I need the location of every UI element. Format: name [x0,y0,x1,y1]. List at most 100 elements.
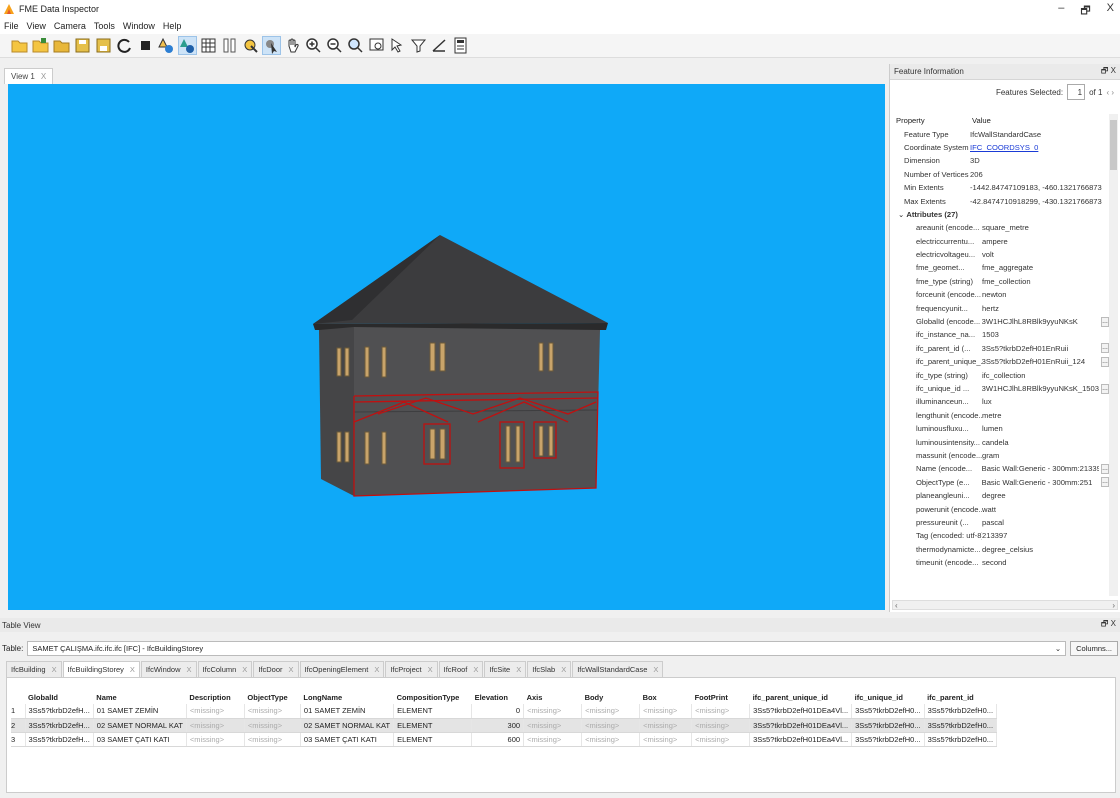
tab-ifcslab[interactable]: IfcSlab X [527,661,572,677]
table-cell[interactable]: 3Ss5?tkrbD2efH01DEa4Vl... [749,718,853,733]
property-row[interactable]: fme_geomet... fme_aggregate [894,261,1109,274]
expand-value-button[interactable]: … [1101,316,1109,327]
menu-help[interactable]: Help [163,21,182,31]
table-cell[interactable]: 3Ss5?tkrbD2efH0... [851,704,925,719]
table-cell[interactable]: 3Ss5?tkrbD2efH0... [851,732,925,747]
table-cell[interactable]: <missing> [244,704,301,719]
tab-ifcdoor[interactable]: IfcDoor X [253,661,299,677]
close-icon[interactable]: X [187,665,192,674]
table-cell[interactable]: 3Ss5?tkrbD2efH0... [924,732,998,747]
menu-view[interactable]: View [27,21,46,31]
property-row[interactable]: planeangleuni... degree [894,489,1109,502]
table-cell[interactable]: <missing> [581,732,641,747]
property-row[interactable]: ifc_parent_id (... 3Ss5?tkrbD2efH01EnRuii… [894,342,1109,355]
column-header[interactable]: ObjectType [244,690,300,704]
property-row[interactable]: Name (encode... Basic Wall:Generic - 300m… [894,462,1109,475]
expand-value-button[interactable]: … [1101,477,1109,488]
column-header[interactable]: Elevation [472,690,524,704]
table-cell[interactable]: <missing> [581,704,641,719]
property-row[interactable]: Max Extents -42.8474710918299, -430.13217… [894,194,1109,207]
tab-ifcbuilding[interactable]: IfcBuilding X [6,661,62,677]
close-icon[interactable]: X [516,665,521,674]
columns-button[interactable]: Columns... [1070,640,1118,656]
menu-file[interactable]: File [4,21,19,31]
expand-value-button[interactable]: … [1101,383,1109,394]
column-header[interactable]: Name [93,690,186,704]
close-icon[interactable]: X [374,665,379,674]
feature-info-vertical-scrollbar[interactable] [1109,114,1118,596]
feature-nav-arrows[interactable]: ‹ › [1106,88,1114,97]
pan-button[interactable] [283,36,302,55]
table-cell[interactable]: 3Ss5?tkrbD2efH01DEa4Vl... [749,732,853,747]
property-row[interactable]: ifc_unique_id ... 3W1HCJlhL8RBlk9yyuNKsK_… [894,382,1109,395]
close-icon[interactable]: X [653,665,658,674]
table-cell[interactable]: 3Ss5?tkrbD2efH0... [924,704,998,719]
tab-ifcwindow[interactable]: IfcWindow X [140,661,197,677]
table-cell[interactable]: 3Ss5?tkrbD2efH... [25,718,94,733]
property-row[interactable]: ifc_type (string) ifc_collection [894,368,1109,381]
expand-value-button[interactable]: … [1101,356,1109,367]
property-row[interactable]: Dimension 3D [894,154,1109,167]
filter-button[interactable] [409,36,428,55]
save-button[interactable] [73,36,92,55]
table-cell[interactable]: <missing> [244,718,301,733]
close-icon[interactable]: X [41,72,46,81]
property-row[interactable]: ObjectType (e... Basic Wall:Generic - 300… [894,476,1109,489]
property-row[interactable]: illuminanceun... lux [894,395,1109,408]
tab-ifcopeningelement[interactable]: IfcOpeningElement X [299,661,385,677]
calculator-button[interactable] [451,36,470,55]
measure-button[interactable] [430,36,449,55]
property-row[interactable]: pressureunit (... pascal [894,516,1109,529]
table-cell[interactable]: <missing> [244,732,301,747]
coordinate-system-link[interactable]: IFC_COORDSYS_0 [970,143,1038,152]
scroll-right-icon[interactable]: › [1112,601,1115,610]
table-cell[interactable]: ELEMENT [393,704,473,719]
table-select[interactable]: SAMET ÇALIŞMA.ifc.ifc.ifc [IFC] - IfcBui… [27,640,1067,656]
table-cell[interactable]: <missing> [639,718,693,733]
close-icon[interactable]: X [130,665,135,674]
column-header[interactable]: Axis [524,690,582,704]
tab-ifcproject[interactable]: IfcProject X [385,661,438,677]
table-cell[interactable]: 3Ss5?tkrbD2efH01DEa4Vl... [749,704,853,719]
open-folder-button[interactable] [52,36,71,55]
display-control-button[interactable] [157,36,176,55]
property-row[interactable]: powerunit (encode... watt [894,502,1109,515]
table-cell[interactable]: <missing> [523,704,583,719]
zoom-selected-button[interactable] [367,36,386,55]
table-cell[interactable]: 600 [471,732,525,747]
table-cell[interactable]: <missing> [186,718,245,733]
table-cell[interactable]: <missing> [581,718,641,733]
property-row[interactable]: ifc_instance_na... 1503 [894,328,1109,341]
table-cell[interactable]: 01 SAMET ZEMİN [300,704,395,719]
table-cell[interactable]: 02 SAMET NORMAL KAT [300,718,395,733]
property-row[interactable]: Min Extents -1442.84747109183, -460.13217… [894,181,1109,194]
close-icon[interactable]: X [242,665,247,674]
table-view-button[interactable] [199,36,218,55]
row-number[interactable]: 3 [11,732,26,747]
tab-ifccolumn[interactable]: IfcColumn X [197,661,253,677]
zoom-in-button[interactable] [304,36,323,55]
tab-ifcroof[interactable]: IfcRoof X [438,661,484,677]
close-icon[interactable]: X [428,665,433,674]
3d-viewport[interactable] [8,84,885,610]
property-row[interactable]: forceunit (encode... newton [894,288,1109,301]
tab-ifcwallstandardcase[interactable]: IfcWallStandardCase X [572,661,664,677]
property-row[interactable]: thermodynamicte... degree_celsius [894,543,1109,556]
zoom-out-button[interactable] [325,36,344,55]
table-cell[interactable]: 3Ss5?tkrbD2efH... [25,732,94,747]
property-row[interactable]: electriccurrentu... ampere [894,235,1109,248]
table-cell[interactable]: 3Ss5?tkrbD2efH0... [851,718,925,733]
column-header[interactable]: LongName [300,690,393,704]
tab-ifcbuildingstorey[interactable]: IfcBuildingStorey X [62,661,140,677]
tab-view-1[interactable]: View 1 X [4,68,54,84]
table-cell[interactable]: 03 SAMET ÇATI KATI [93,732,187,747]
menu-camera[interactable]: Camera [54,21,86,31]
property-row[interactable]: Number of Vertices 206 [894,168,1109,181]
table-grid-area[interactable]: GlobalId Name Description ObjectType LongNam… [6,677,1116,793]
table-cell[interactable]: 300 [471,718,525,733]
select-mode-button[interactable] [262,36,281,55]
column-header[interactable]: Description [186,690,244,704]
property-row[interactable]: areaunit (encode... square_metre [894,221,1109,234]
table-cell[interactable]: 01 SAMET ZEMİN [93,704,187,719]
table-cell[interactable]: <missing> [186,704,245,719]
